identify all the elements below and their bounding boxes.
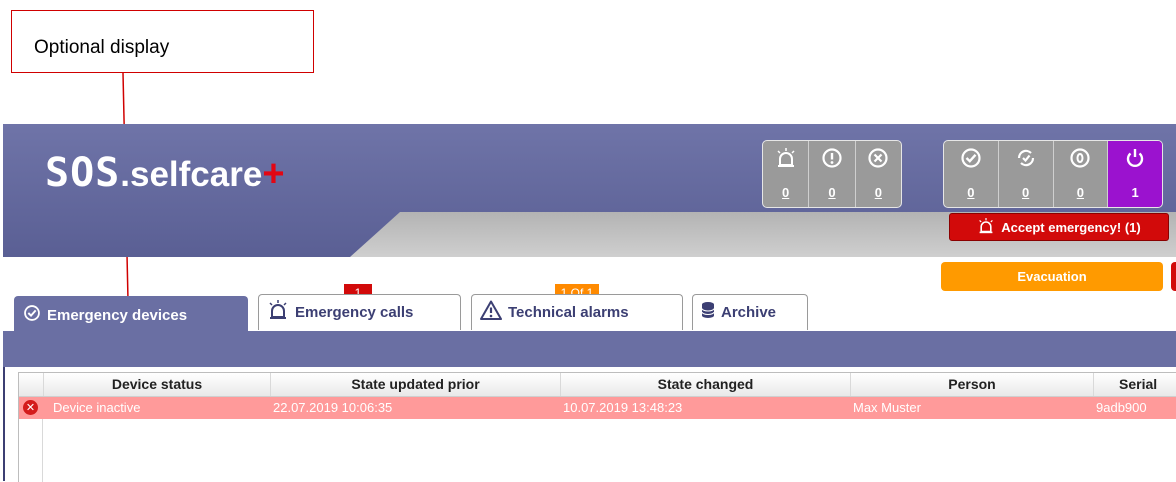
tab-archive[interactable]: Archive xyxy=(692,294,808,330)
power-icon xyxy=(1108,147,1162,174)
x-circle-icon: ✕ xyxy=(23,400,38,415)
cell-state-updated: 22.07.2019 10:06:35 xyxy=(273,400,393,415)
counter-ok-value[interactable]: 0 xyxy=(944,185,998,200)
x-circle-icon xyxy=(856,147,901,174)
tab-archive-label: Archive xyxy=(721,304,777,321)
tab-emergency-devices[interactable]: Emergency devices xyxy=(14,296,248,333)
counter-power-value[interactable]: 1 xyxy=(1108,185,1162,200)
tab-technical-alarms-label: Technical alarms xyxy=(508,304,629,321)
tab-technical-alarms[interactable]: Technical alarms xyxy=(471,294,683,330)
alarm-counter-group: 0 0 0 xyxy=(762,140,902,208)
evacuation-label: Evacuation xyxy=(1017,269,1087,284)
alarm-siren-icon xyxy=(977,217,995,237)
tab-emergency-calls-label: Emergency calls xyxy=(295,304,414,321)
evacuation-button[interactable]: Evacuation xyxy=(941,262,1163,291)
table-row[interactable]: ✕ Device inactive 22.07.2019 10:06:35 10… xyxy=(19,397,1176,419)
cell-device-status: Device inactive xyxy=(53,400,141,415)
counter-alarm-value[interactable]: 0 xyxy=(763,185,808,200)
logo-selfcare: .selfcare xyxy=(120,155,263,194)
cell-person: Max Muster xyxy=(853,400,921,415)
counter-idle[interactable]: 0 xyxy=(1054,141,1109,207)
column-header-state-changed[interactable]: State changed xyxy=(561,373,851,396)
status-counter-group: 0 0 0 1 xyxy=(943,140,1163,208)
truncated-red-button[interactable] xyxy=(1171,262,1176,291)
annotation-callout: Optional display xyxy=(11,10,314,73)
pause-circle-icon xyxy=(1054,147,1108,174)
devices-table: Device status State updated prior State … xyxy=(18,372,1176,482)
column-header-person[interactable]: Person xyxy=(851,373,1094,396)
content-left-border xyxy=(3,367,5,481)
annotation-callout-text: Optional display xyxy=(34,37,170,58)
table-header: Device status State updated prior State … xyxy=(19,373,1176,397)
column-header-indicator xyxy=(19,373,44,396)
alarm-siren-icon xyxy=(763,147,808,174)
tab-emergency-calls[interactable]: Emergency calls xyxy=(258,294,461,330)
counter-warning-value[interactable]: 0 xyxy=(809,185,854,200)
counter-ok[interactable]: 0 xyxy=(944,141,999,207)
column-header-device-status[interactable]: Device status xyxy=(44,373,271,396)
cell-state-changed: 10.07.2019 13:48:23 xyxy=(563,400,683,415)
check-circle-icon xyxy=(944,147,998,174)
counter-sync[interactable]: 0 xyxy=(999,141,1054,207)
accept-emergency-button[interactable]: Accept emergency! (1) xyxy=(949,213,1169,241)
counter-idle-value[interactable]: 0 xyxy=(1054,185,1108,200)
toolbar-strip xyxy=(3,331,1176,367)
sync-check-icon xyxy=(999,147,1053,174)
alarm-siren-icon xyxy=(267,300,289,325)
counter-error[interactable]: 0 xyxy=(856,141,901,207)
counter-power[interactable]: 1 xyxy=(1108,141,1162,207)
app-logo: SOS.selfcare+ xyxy=(45,150,285,196)
accept-emergency-label: Accept emergency! (1) xyxy=(1001,219,1141,235)
column-header-state-updated[interactable]: State updated prior xyxy=(271,373,561,396)
warning-triangle-icon xyxy=(480,300,502,325)
counter-error-value[interactable]: 0 xyxy=(856,185,901,200)
counter-sync-value[interactable]: 0 xyxy=(999,185,1053,200)
counter-warning[interactable]: 0 xyxy=(809,141,856,207)
exclamation-circle-icon xyxy=(809,147,854,174)
logo-plus: + xyxy=(262,153,285,195)
column-header-serial[interactable]: Serial xyxy=(1094,373,1176,396)
check-circle-icon xyxy=(23,304,41,327)
cell-serial: 9adb900 xyxy=(1096,400,1147,415)
tab-emergency-devices-label: Emergency devices xyxy=(47,306,188,324)
database-icon xyxy=(701,301,715,324)
counter-alarm[interactable]: 0 xyxy=(763,141,810,207)
logo-sos: SOS xyxy=(45,150,121,196)
